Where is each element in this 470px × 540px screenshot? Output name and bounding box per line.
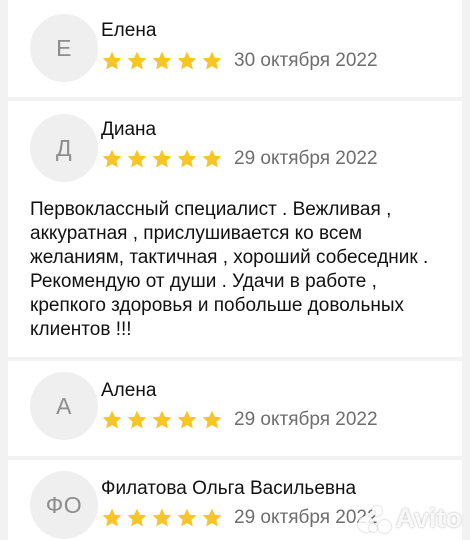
star-icon [102, 410, 122, 429]
star-icon [127, 51, 147, 70]
star-icon [127, 149, 147, 168]
star-rating [101, 409, 223, 431]
star-icon [127, 410, 147, 429]
review-author: Алена [101, 380, 157, 401]
review-text: Первоклассный специалист . Вежливая , ак… [30, 199, 429, 340]
star-icon [177, 149, 197, 168]
review-author: Филатова Ольга Васильевна [101, 478, 357, 499]
review-date: 29 октября 2022 [234, 148, 378, 169]
avatar: ФО [30, 471, 98, 539]
review-rating: 29 октября 2022 [101, 148, 378, 170]
star-icon [202, 410, 222, 429]
avatar: А [30, 372, 98, 440]
star-icon [202, 51, 222, 70]
star-icon [152, 508, 172, 527]
star-icon [102, 149, 122, 168]
review-card: Д Диана 29 октября 2022 Первоклассный сп… [8, 101, 462, 357]
star-icon [102, 51, 122, 70]
star-rating [101, 50, 223, 72]
avatar: Д [30, 114, 98, 182]
review-card: А Алена 29 октября 2022 [8, 361, 462, 456]
watermark-text: Avito [395, 503, 463, 533]
star-icon [102, 508, 122, 527]
review-card: Е Елена 30 октября 2022 [8, 0, 462, 97]
star-icon [152, 410, 172, 429]
reviews-feed: Е Елена 30 октября 2022 Д Диана 29 октяб… [0, 0, 470, 540]
star-rating [101, 148, 223, 170]
avito-logo-icon [356, 504, 392, 534]
review-rating: 30 октября 2022 [101, 50, 378, 72]
review-author: Диана [101, 119, 157, 140]
avito-watermark: Avito [356, 503, 463, 534]
star-icon [152, 51, 172, 70]
review-author: Елена [101, 20, 157, 41]
star-rating [101, 507, 223, 529]
review-rating: 29 октября 2022 [101, 507, 378, 529]
star-icon [152, 149, 172, 168]
star-icon [127, 508, 147, 527]
star-icon [202, 508, 222, 527]
review-rating: 29 октября 2022 [101, 409, 378, 431]
star-icon [202, 149, 222, 168]
review-date: 29 октября 2022 [234, 409, 378, 430]
avatar: Е [30, 14, 98, 82]
star-icon [177, 410, 197, 429]
star-icon [177, 51, 197, 70]
review-date: 30 октября 2022 [234, 50, 378, 71]
star-icon [177, 508, 197, 527]
